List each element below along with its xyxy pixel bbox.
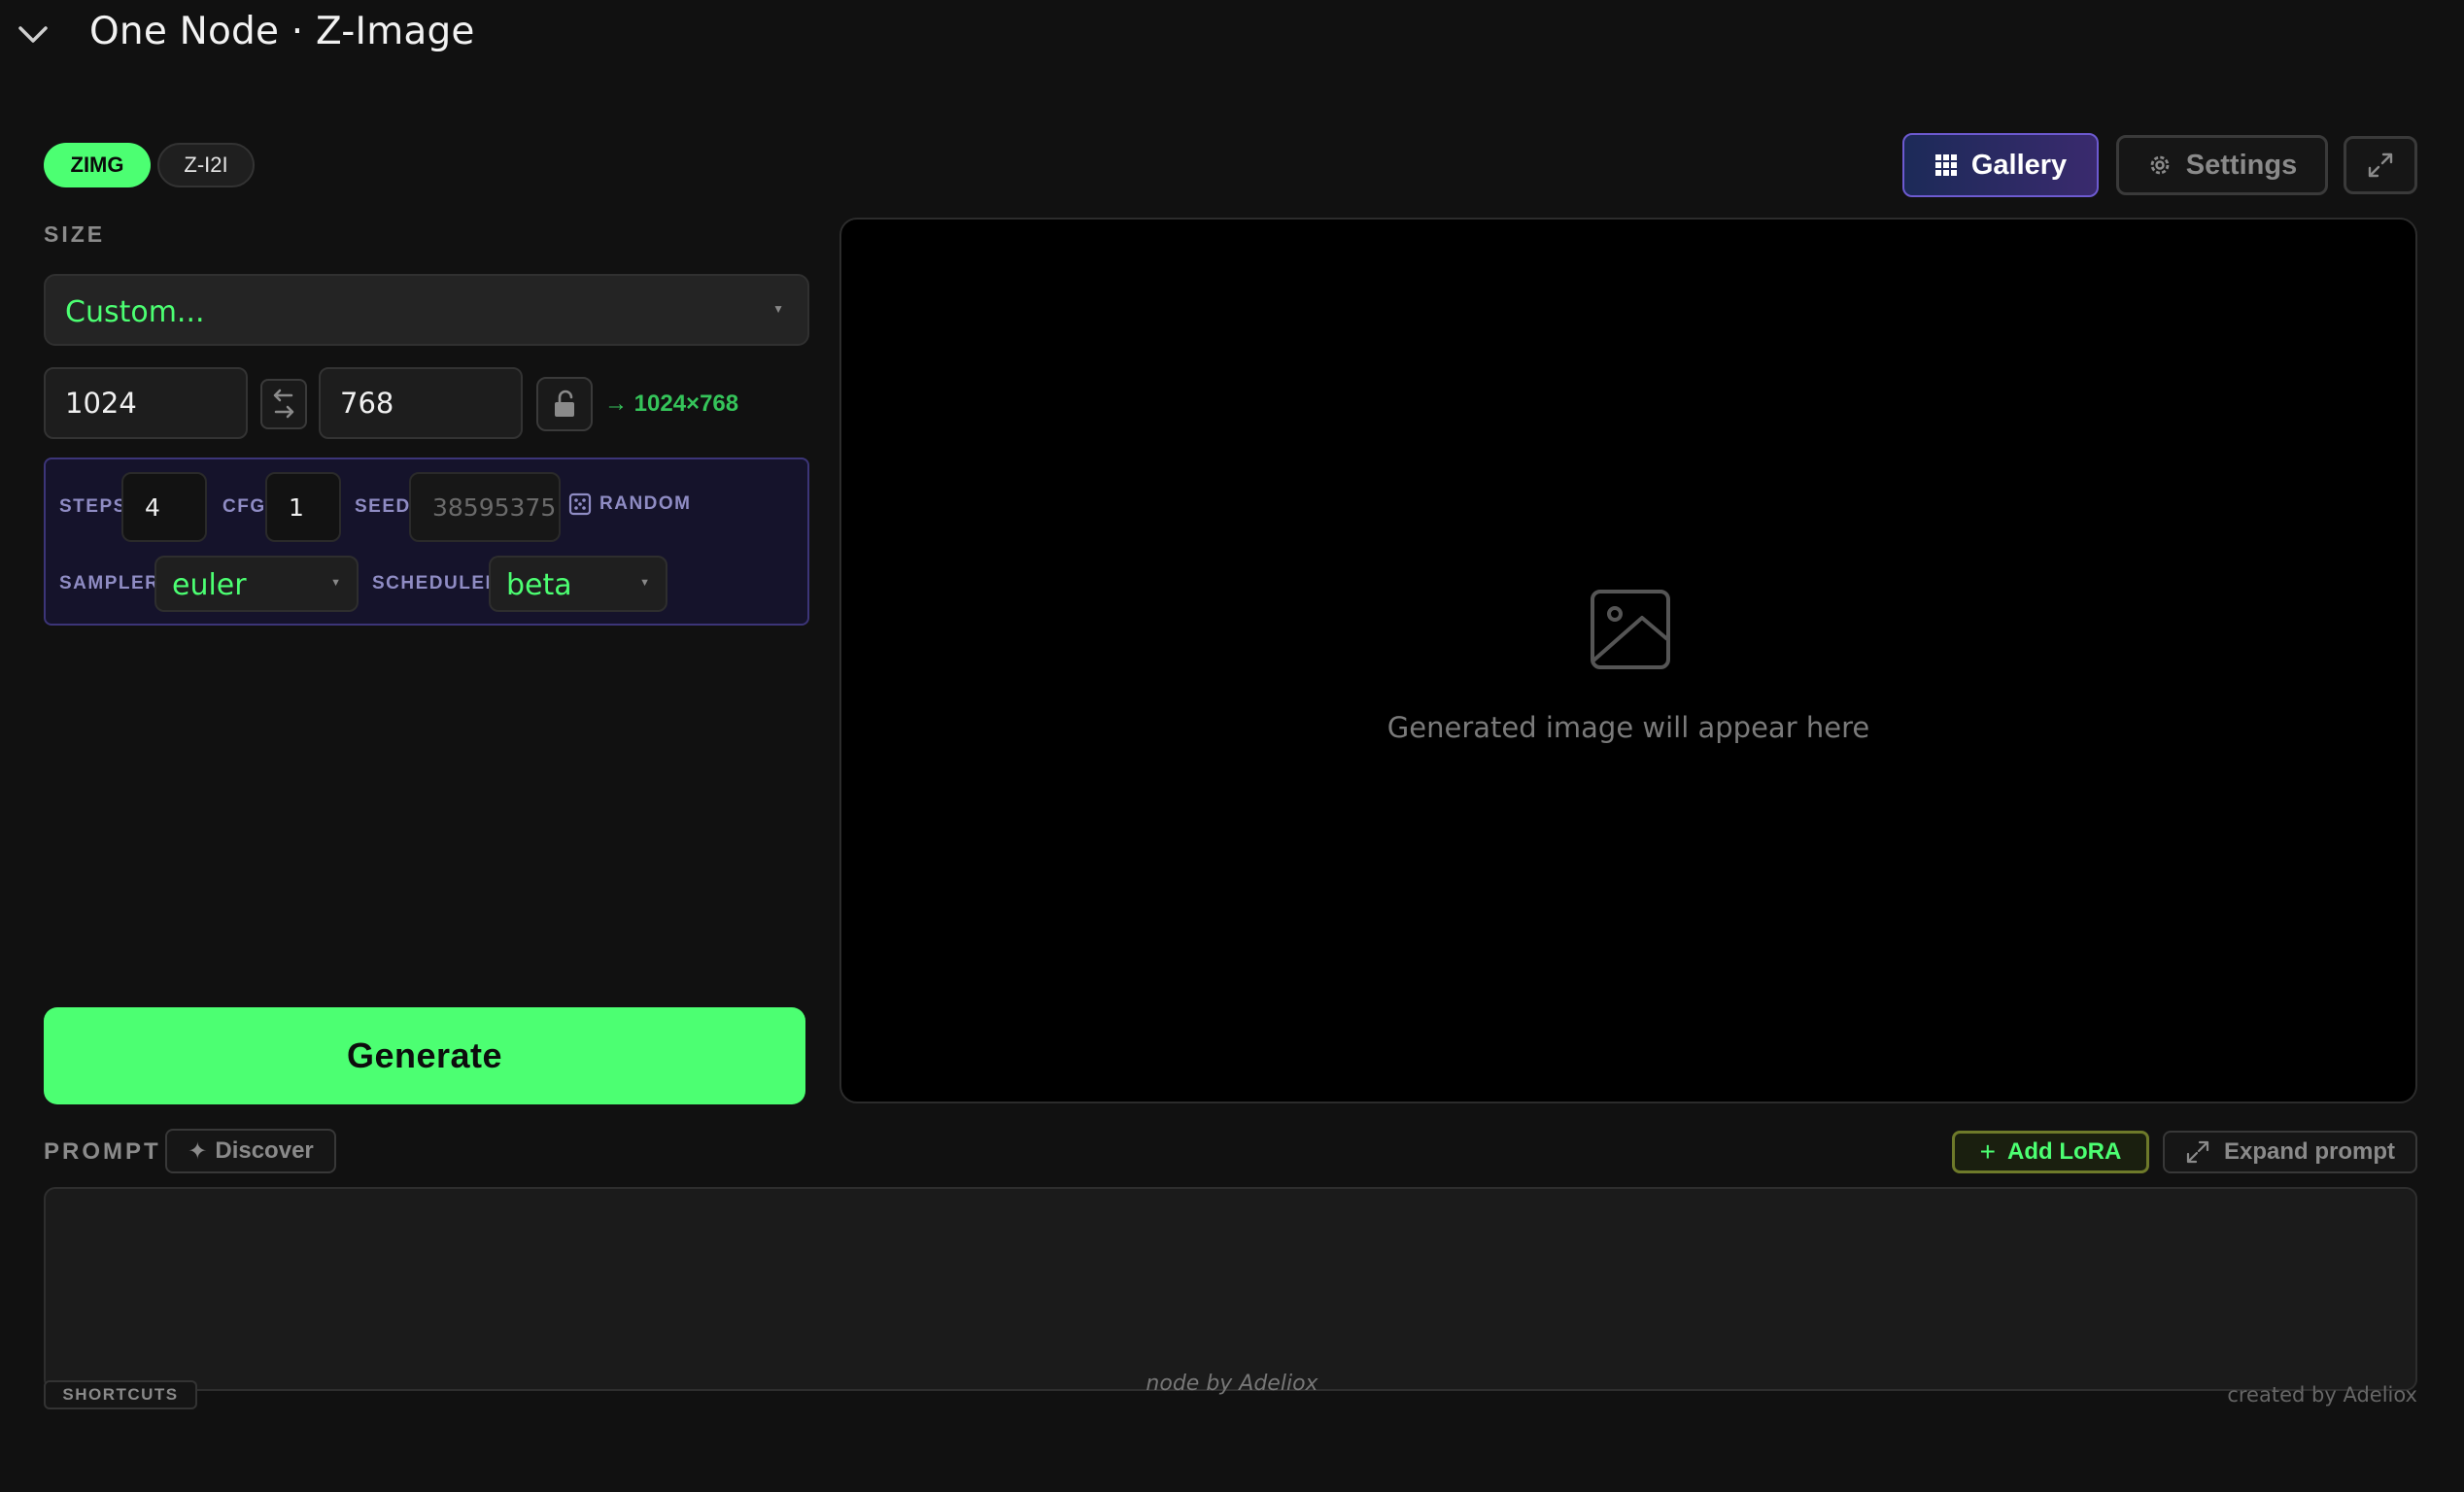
swap-icon bbox=[273, 389, 294, 419]
expand-prompt-label: Expand prompt bbox=[2223, 1138, 2395, 1165]
chevron-down-icon: ▼ bbox=[772, 302, 784, 316]
discover-label: Discover bbox=[215, 1137, 314, 1164]
chevron-down-icon: ▼ bbox=[639, 577, 650, 589]
scheduler-select[interactable]: beta ▼ bbox=[489, 556, 667, 612]
image-preview: Generated image will appear here bbox=[839, 218, 2417, 1103]
seed-input[interactable]: 38595375 bbox=[409, 472, 561, 542]
steps-input[interactable]: 4 bbox=[121, 472, 207, 542]
discover-button[interactable]: ✦ Discover bbox=[165, 1129, 336, 1173]
width-input[interactable]: 1024 bbox=[44, 367, 248, 439]
dice-icon bbox=[568, 492, 592, 516]
fullscreen-button[interactable] bbox=[2344, 136, 2417, 194]
gallery-button[interactable]: Gallery bbox=[1902, 133, 2099, 197]
gallery-label: Gallery bbox=[1970, 149, 2068, 181]
preview-placeholder-text: Generated image will appear here bbox=[1386, 711, 1870, 744]
gear-icon bbox=[2150, 155, 2170, 175]
add-lora-label: Add LoRA bbox=[2007, 1138, 2122, 1165]
size-label: SIZE bbox=[44, 221, 106, 247]
image-placeholder-icon bbox=[1591, 590, 1670, 669]
node-credit: node by Adeliox bbox=[1146, 1372, 1318, 1396]
cfg-input[interactable]: 1 bbox=[265, 472, 341, 542]
scheduler-value: beta bbox=[506, 568, 572, 602]
size-preset-select[interactable]: Custom... ▼ bbox=[44, 274, 809, 346]
random-seed-toggle[interactable]: RANDOM bbox=[568, 492, 692, 516]
expand-icon bbox=[2186, 1140, 2209, 1164]
steps-label: STEPS bbox=[59, 496, 127, 517]
sparkle-icon: ✦ bbox=[188, 1137, 208, 1165]
size-preset-value: Custom... bbox=[65, 295, 205, 329]
generate-button[interactable]: Generate bbox=[44, 1007, 805, 1104]
add-lora-button[interactable]: + Add LoRA bbox=[1952, 1131, 2149, 1173]
unlock-icon bbox=[555, 390, 574, 417]
height-input[interactable]: 768 bbox=[319, 367, 523, 439]
tab-z-i2i[interactable]: Z-I2I bbox=[157, 143, 255, 187]
params-panel: STEPS 4 CFG 1 SEED 38595375 RANDOM SAMPL… bbox=[44, 458, 809, 626]
prompt-textarea[interactable] bbox=[44, 1187, 2417, 1391]
scheduler-label: SCHEDULER bbox=[372, 573, 500, 593]
expand-prompt-button[interactable]: Expand prompt bbox=[2163, 1131, 2417, 1173]
chevron-down-icon: ▼ bbox=[330, 577, 341, 589]
settings-button[interactable]: Settings bbox=[2116, 135, 2328, 195]
seed-label: SEED bbox=[355, 496, 411, 517]
sampler-label: SAMPLER bbox=[59, 573, 160, 593]
expand-icon bbox=[2368, 153, 2393, 178]
sampler-select[interactable]: euler ▼ bbox=[154, 556, 359, 612]
chevron-down-icon[interactable] bbox=[14, 16, 52, 54]
swap-dimensions-button[interactable] bbox=[260, 379, 307, 429]
tab-zimg[interactable]: ZIMG bbox=[44, 143, 151, 187]
sampler-value: euler bbox=[172, 568, 247, 602]
aspect-lock-button[interactable] bbox=[536, 377, 593, 431]
settings-label: Settings bbox=[2185, 149, 2298, 181]
creator-credit: created by Adeliox bbox=[2227, 1383, 2417, 1407]
page-title: One Node · Z-Image bbox=[89, 10, 475, 53]
plus-icon: + bbox=[1979, 1136, 1997, 1167]
grid-icon bbox=[1934, 154, 1957, 176]
cfg-label: CFG bbox=[222, 496, 266, 517]
prompt-label: PROMPT bbox=[44, 1138, 161, 1165]
random-label: RANDOM bbox=[599, 493, 692, 514]
result-dimensions: → 1024×768 bbox=[604, 390, 739, 417]
